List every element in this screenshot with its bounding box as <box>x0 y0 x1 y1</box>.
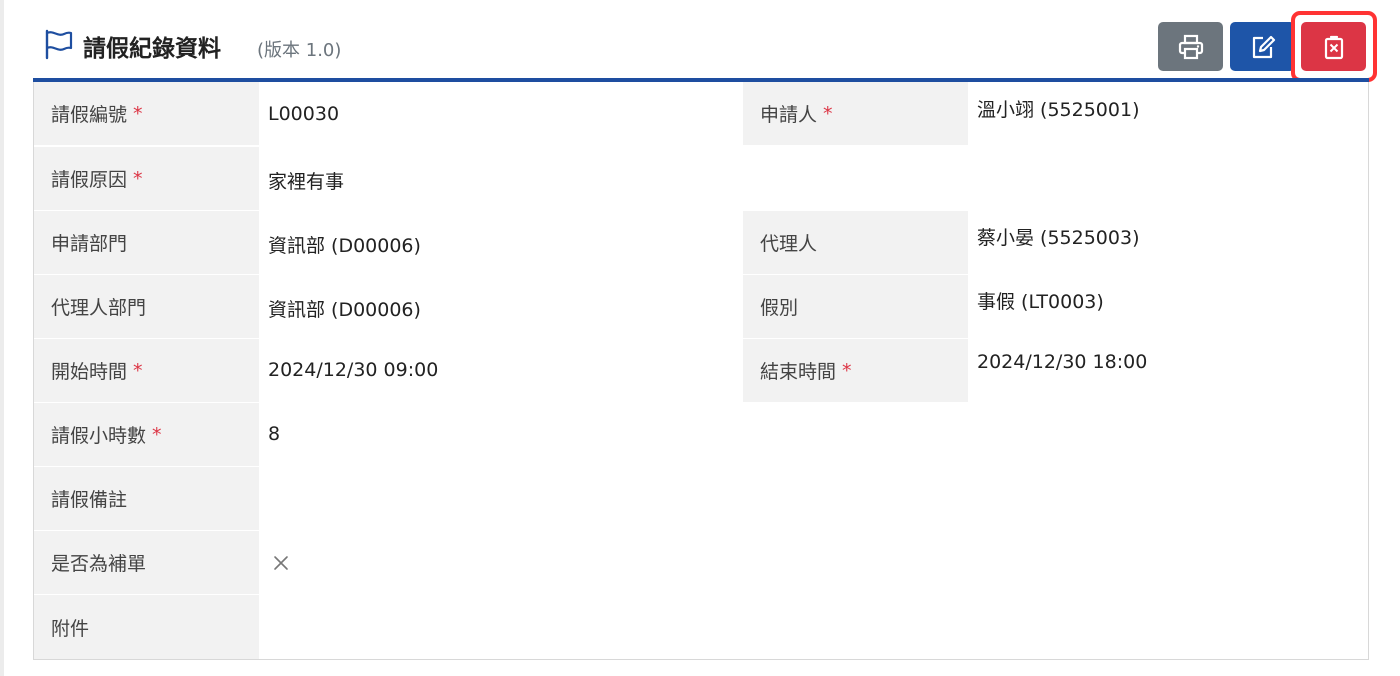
label-text: 開始時間 <box>51 361 128 383</box>
label-text: 請假編號 <box>51 104 128 126</box>
label-text: 請假原因 <box>51 169 128 191</box>
label-text: 是否為補單 <box>51 553 147 575</box>
required-mark: * <box>133 102 143 125</box>
field-value-start-time: 2024/12/30 09:00 <box>268 359 439 381</box>
leave-record-form: 請假編號 * L00030 申請人 * 溫小翊 (5525001) 請假原因 * 家裡… <box>33 82 1369 660</box>
x-icon <box>274 556 288 570</box>
label-text: 假別 <box>760 297 799 319</box>
label-text: 申請部門 <box>51 233 128 255</box>
field-label-remark: 請假備註 <box>34 467 259 530</box>
version-label: (版本 1.0) <box>257 40 342 61</box>
field-label-end-time: 結束時間 * <box>743 339 968 402</box>
field-value-reason: 家裡有事 <box>268 171 345 193</box>
required-mark: * <box>133 359 143 382</box>
label-text: 代理人部門 <box>51 297 147 319</box>
field-label-agent-dept: 代理人部門 <box>34 275 259 338</box>
label-text: 附件 <box>51 617 90 640</box>
field-value-agent: 蔡小晏 (5525003) <box>977 227 1140 249</box>
delete-button[interactable] <box>1301 22 1366 71</box>
label-text: 請假備註 <box>51 489 128 511</box>
required-mark: * <box>152 423 162 446</box>
required-mark: * <box>823 102 833 125</box>
edit-button[interactable] <box>1230 22 1295 71</box>
field-value-applicant: 溫小翊 (5525001) <box>977 99 1140 121</box>
field-label-applicant: 申請人 * <box>743 82 968 145</box>
field-label-start-time: 開始時間 * <box>34 339 259 402</box>
printer-icon <box>1178 34 1203 59</box>
field-value-agent-dept: 資訊部 (D00006) <box>268 299 421 321</box>
field-value-end-time: 2024/12/30 18:00 <box>977 351 1148 373</box>
field-label-attachment: 附件 <box>34 595 259 659</box>
field-label-reason: 請假原因 * <box>34 147 259 210</box>
delete-icon <box>1324 35 1343 59</box>
field-value-hours: 8 <box>268 423 281 445</box>
flag-icon <box>45 29 73 60</box>
field-label-leave-no: 請假編號 * <box>34 82 259 145</box>
left-edge <box>0 0 4 676</box>
label-text: 結束時間 <box>760 361 837 383</box>
required-mark: * <box>133 167 143 190</box>
field-label-leave-type: 假別 <box>743 275 968 338</box>
field-label-hours: 請假小時數 * <box>34 403 259 466</box>
field-value-leave-no: L00030 <box>268 103 340 125</box>
label-text: 請假小時數 <box>51 425 147 447</box>
label-text: 申請人 <box>760 104 818 126</box>
edit-icon <box>1252 35 1275 58</box>
field-label-supplement: 是否為補單 <box>34 531 259 594</box>
field-value-leave-type: 事假 (LT0003) <box>977 291 1104 313</box>
field-value-dept: 資訊部 (D00006) <box>268 235 421 257</box>
page-title: 請假紀錄資料 <box>83 36 221 62</box>
field-label-agent: 代理人 <box>743 211 968 274</box>
field-label-dept: 申請部門 <box>34 211 259 274</box>
label-text: 代理人 <box>760 233 818 255</box>
print-button[interactable] <box>1158 22 1223 71</box>
page-header: 請假紀錄資料 (版本 1.0) <box>33 0 1377 82</box>
required-mark: * <box>842 359 852 382</box>
